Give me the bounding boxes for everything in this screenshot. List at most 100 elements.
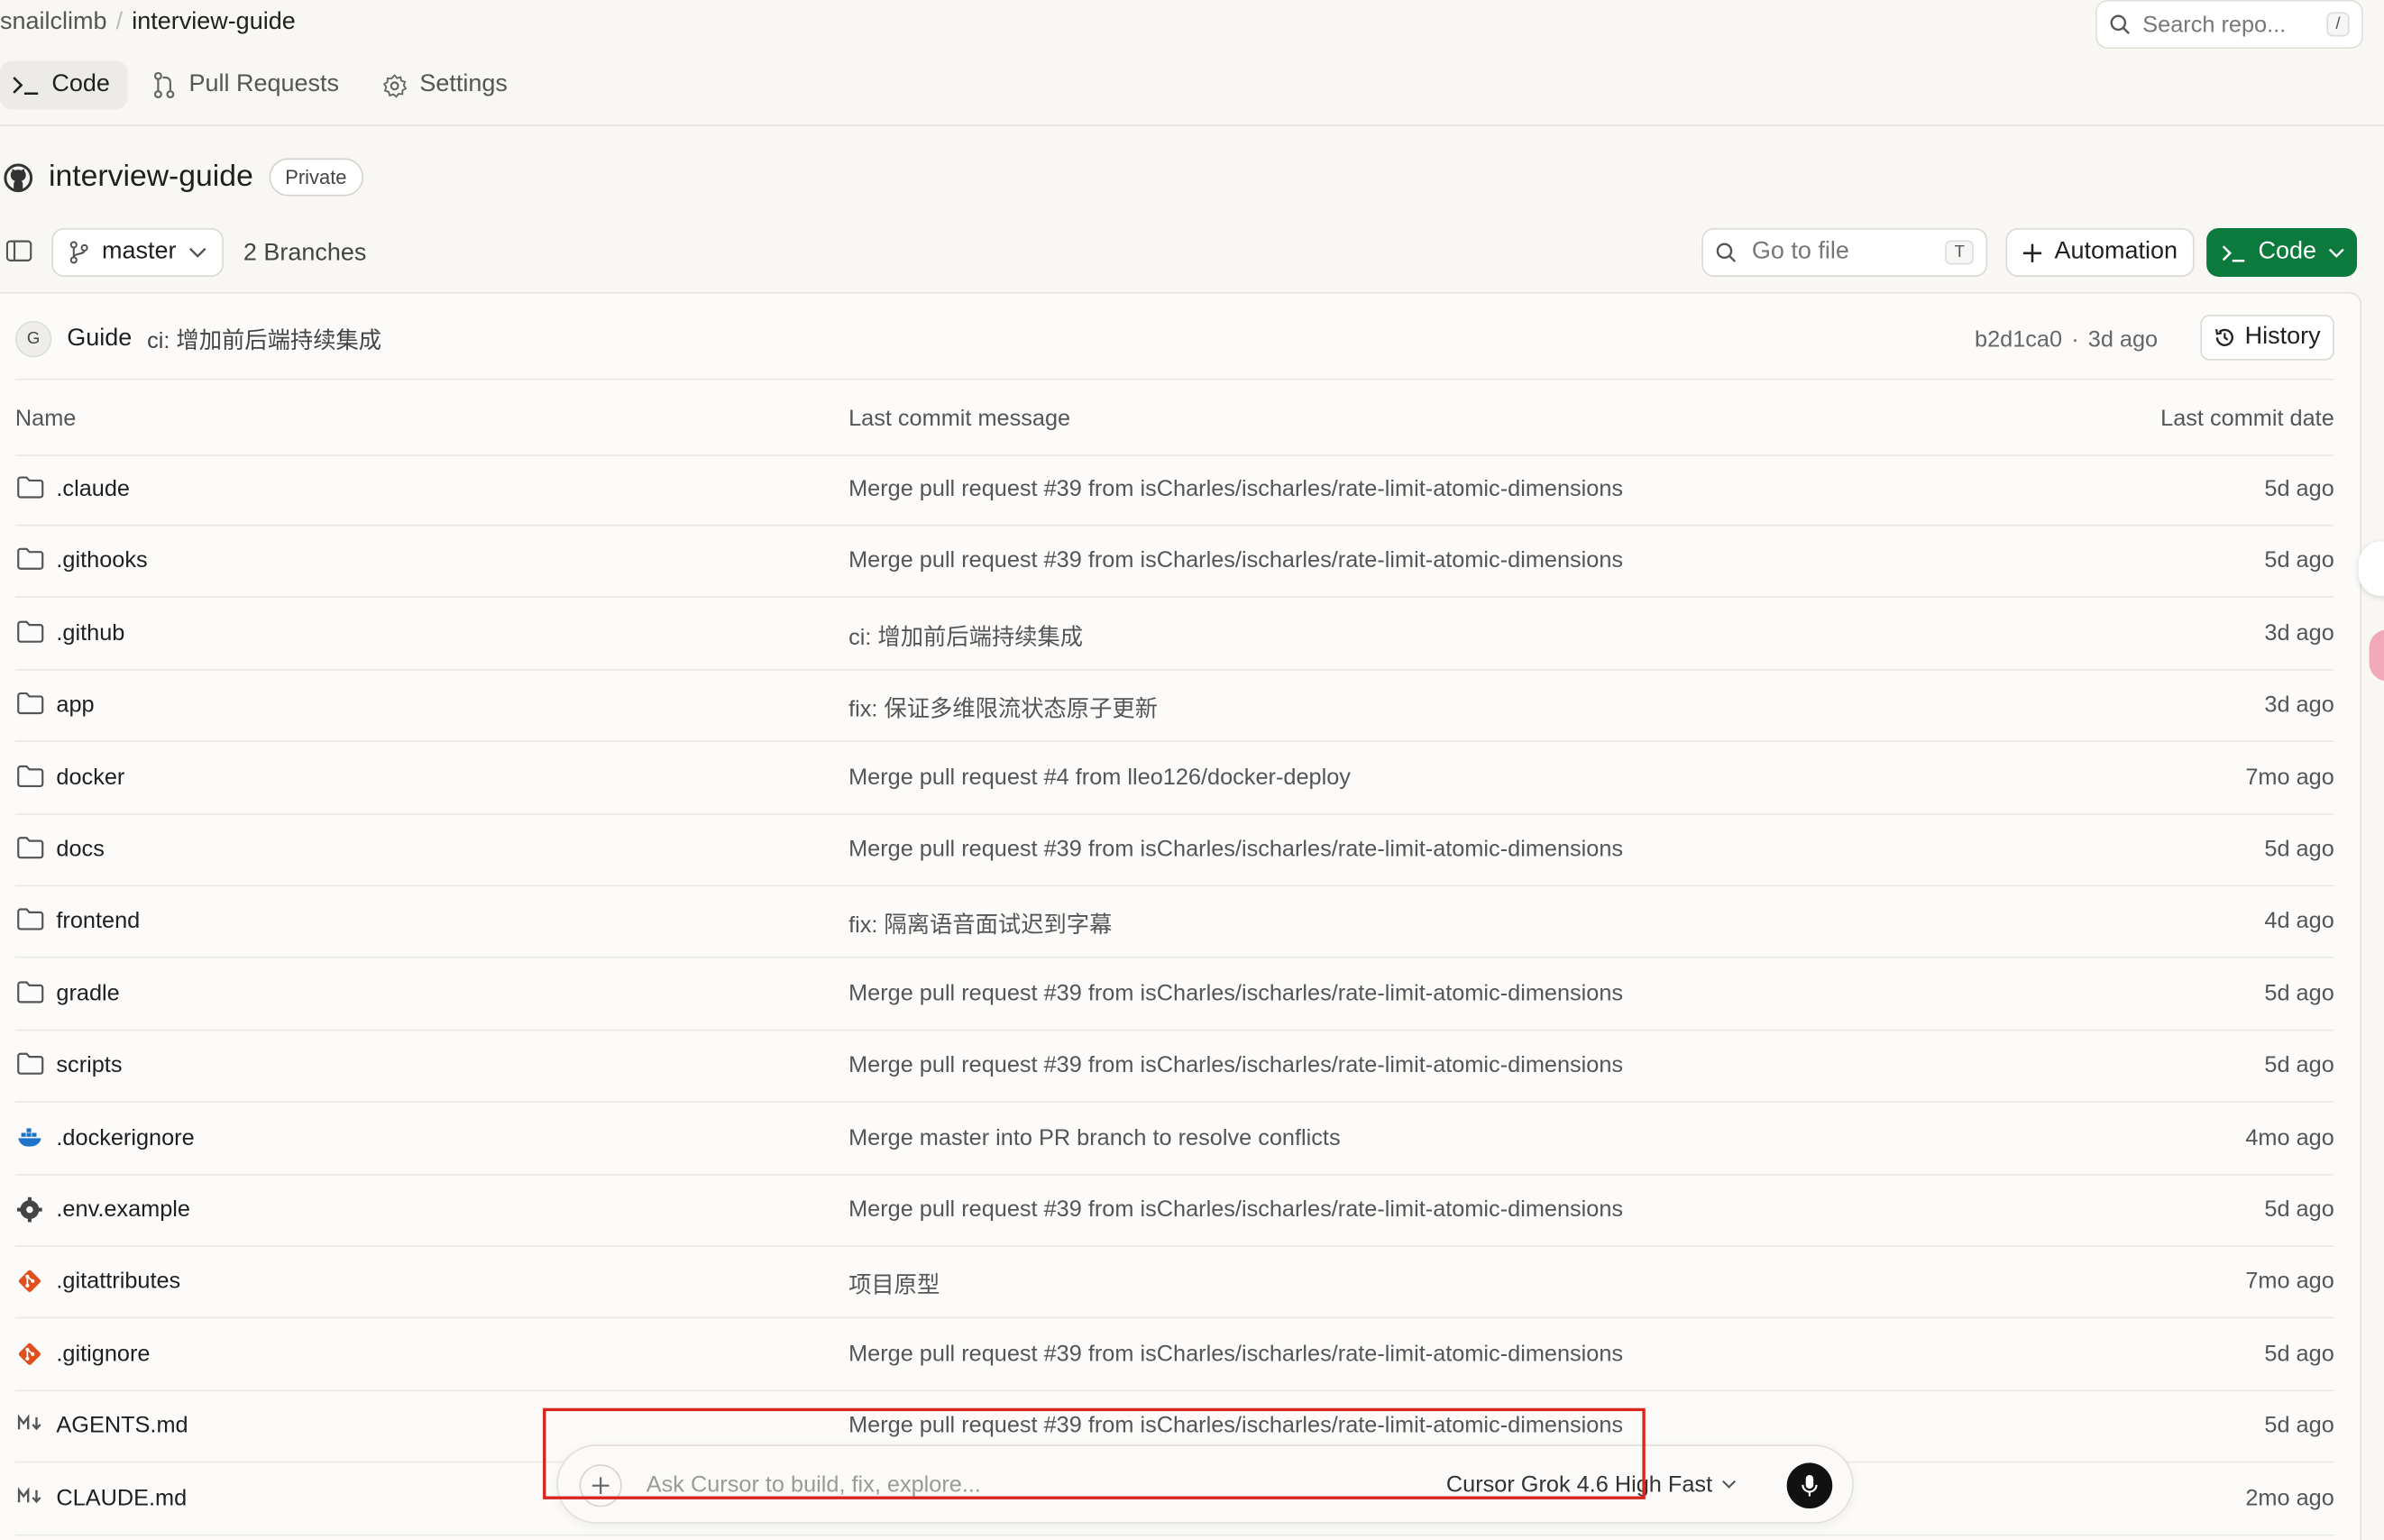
table-row[interactable]: gradle Merge pull request #39 from isChar…	[14, 958, 2334, 1031]
file-name[interactable]: CLAUDE.md	[56, 1485, 187, 1511]
file-commit-message[interactable]: Merge pull request #39 from isCharles/is…	[848, 1052, 1623, 1078]
markdown-icon	[17, 1413, 44, 1440]
commit-author[interactable]: Guide	[67, 325, 132, 353]
history-button[interactable]: History	[2200, 315, 2334, 361]
table-header: Name Last commit message Last commit dat…	[14, 378, 2334, 456]
table-row[interactable]: .github ci: 增加前后端持续集成 3d ago	[14, 597, 2334, 671]
pull-request-icon	[152, 71, 177, 99]
tab-pull-requests[interactable]: Pull Requests	[141, 60, 358, 109]
code-button[interactable]: Code	[2206, 227, 2358, 277]
file-name[interactable]: docker	[56, 765, 124, 791]
chevron-down-icon	[1722, 1480, 1737, 1489]
file-commit-message[interactable]: fix: 保证多维限流状态原子更新	[848, 692, 1158, 724]
file-commit-date: 5d ago	[2264, 1196, 2334, 1223]
table-row[interactable]: scripts Merge pull request #39 from isCha…	[14, 1030, 2334, 1104]
chevron-down-icon	[188, 246, 206, 258]
latest-commit-bar: G Guide ci: 增加前后端持续集成 b2d1ca0 · 3d ago H…	[14, 308, 2334, 369]
table-row[interactable]: .dockerignore Merge master into PR branch…	[14, 1102, 2334, 1175]
file-commit-date: 5d ago	[2264, 1052, 2334, 1079]
file-commit-date: 7mo ago	[2245, 764, 2334, 791]
file-commit-message[interactable]: Merge pull request #39 from isCharles/is…	[848, 1341, 1623, 1367]
automation-label: Automation	[2054, 238, 2178, 265]
table-row[interactable]: .gitignore Merge pull request #39 from is…	[14, 1318, 2334, 1391]
table-row[interactable]: frontend fix: 隔离语音面试迟到字幕 4d ago	[14, 885, 2334, 959]
search-icon	[2109, 14, 2131, 35]
sidebar-toggle-icon[interactable]	[5, 240, 32, 261]
gear-icon	[17, 1196, 44, 1224]
file-commit-message[interactable]: Merge master into PR branch to resolve c…	[848, 1124, 1341, 1150]
file-commit-message[interactable]: Merge pull request #39 from isCharles/is…	[848, 476, 1623, 502]
file-commit-message[interactable]: Merge pull request #39 from isCharles/is…	[848, 548, 1623, 574]
file-commit-date: 5d ago	[2264, 1413, 2334, 1439]
markdown-icon	[17, 1485, 44, 1512]
header-date: Last commit date	[2160, 406, 2334, 432]
branches-link[interactable]: 2 Branches	[243, 240, 367, 267]
goto-file-input[interactable]: Go to file T	[1701, 227, 1988, 277]
file-name[interactable]: AGENTS.md	[56, 1413, 188, 1439]
file-commit-message[interactable]: Merge pull request #4 from lleo126/docke…	[848, 765, 1351, 791]
file-name[interactable]: app	[56, 692, 94, 719]
goto-file-placeholder: Go to file	[1751, 238, 1849, 265]
file-commit-date: 7mo ago	[2245, 1269, 2334, 1295]
commit-message[interactable]: ci: 增加前后端持续集成	[147, 323, 381, 354]
table-row[interactable]: .gitattributes 项目原型 7mo ago	[14, 1246, 2334, 1319]
repo-name: interview-guide	[48, 160, 253, 194]
folder-icon	[17, 980, 44, 1007]
file-name[interactable]: .env.example	[56, 1196, 190, 1223]
table-row[interactable]: .claude Merge pull request #39 from isCha…	[14, 454, 2334, 527]
repo-tabs: Code Pull Requests Settings	[0, 60, 526, 110]
microphone-button[interactable]	[1786, 1462, 1833, 1509]
file-commit-message[interactable]: ci: 增加前后端持续集成	[848, 620, 1083, 652]
file-name[interactable]: .dockerignore	[56, 1124, 194, 1150]
file-commit-message[interactable]: Merge pull request #39 from isCharles/is…	[848, 837, 1623, 863]
table-row[interactable]: app fix: 保证多维限流状态原子更新 3d ago	[14, 669, 2334, 743]
breadcrumb-owner[interactable]: snailclimb	[0, 9, 106, 36]
github-logo-icon	[3, 162, 33, 193]
table-row[interactable]: .env.example Merge pull request #39 from …	[14, 1174, 2334, 1247]
file-name[interactable]: docs	[56, 837, 104, 863]
file-name[interactable]: gradle	[56, 980, 119, 1006]
file-name[interactable]: .github	[56, 620, 124, 646]
top-bar: snailclimb / interview-guide Search repo…	[0, 0, 2384, 49]
history-label: History	[2244, 324, 2321, 350]
terminal-icon	[12, 75, 39, 96]
file-commit-message[interactable]: Merge pull request #39 from isCharles/is…	[848, 980, 1623, 1006]
floating-widget[interactable]	[2358, 541, 2384, 597]
file-name[interactable]: .gitattributes	[56, 1269, 180, 1295]
file-name[interactable]: scripts	[56, 1052, 122, 1078]
file-commit-message[interactable]: fix: 隔离语音面试迟到字幕	[848, 908, 1112, 940]
goto-file-shortcut: T	[1945, 240, 1975, 265]
search-input[interactable]: Search repo... /	[2095, 0, 2363, 49]
git-icon	[17, 1341, 44, 1368]
automation-button[interactable]: Automation	[2005, 227, 2195, 277]
commit-sha[interactable]: b2d1ca0	[1975, 327, 2062, 353]
file-commit-message[interactable]: Merge pull request #39 from isCharles/is…	[848, 1196, 1623, 1223]
divider	[0, 124, 2384, 126]
table-row[interactable]: docker Merge pull request #4 from lleo126…	[14, 741, 2334, 815]
folder-icon	[17, 692, 44, 720]
table-row[interactable]: docs Merge pull request #39 from isCharle…	[14, 813, 2334, 887]
avatar: G	[14, 320, 52, 358]
branch-icon	[69, 240, 90, 264]
folder-icon	[17, 620, 44, 647]
git-icon	[17, 1269, 44, 1296]
file-name[interactable]: frontend	[56, 908, 140, 934]
branch-select[interactable]: master	[51, 227, 224, 277]
tab-pull-requests-label: Pull Requests	[188, 71, 340, 97]
header-name: Name	[14, 406, 77, 432]
file-name[interactable]: .gitignore	[56, 1341, 150, 1367]
table-row[interactable]: .githooks Merge pull request #39 from isC…	[14, 526, 2334, 599]
folder-icon	[17, 765, 44, 792]
file-name[interactable]: .claude	[56, 476, 130, 502]
header-message: Last commit message	[848, 406, 1071, 432]
file-name[interactable]: .githooks	[56, 548, 147, 574]
tab-settings[interactable]: Settings	[370, 60, 526, 109]
file-commit-message[interactable]: 项目原型	[848, 1269, 940, 1300]
breadcrumb-separator: /	[115, 9, 124, 35]
branch-name: master	[101, 238, 177, 265]
folder-icon	[17, 837, 44, 864]
microphone-icon	[1802, 1474, 1818, 1497]
floating-avatar[interactable]	[2369, 629, 2384, 682]
tab-code[interactable]: Code	[0, 60, 129, 110]
breadcrumb-repo[interactable]: interview-guide	[132, 9, 295, 36]
